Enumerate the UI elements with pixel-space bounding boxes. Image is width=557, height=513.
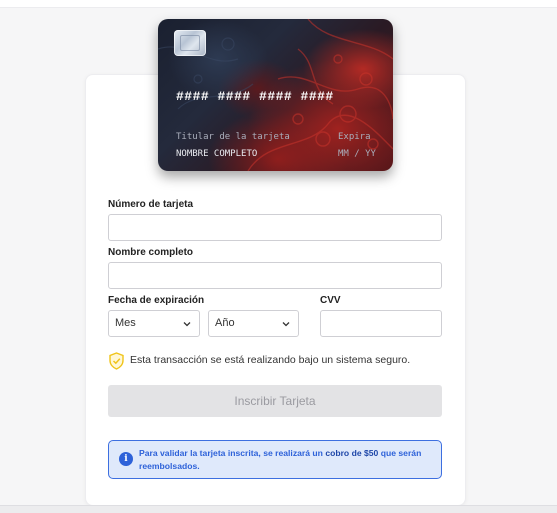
card-holder-label: Titular de la tarjeta bbox=[176, 132, 290, 142]
card-number-display: #### #### #### #### bbox=[176, 89, 334, 104]
refund-info-alert: i Para validar la tarjeta inscrita, se r… bbox=[108, 440, 442, 479]
card-expiry-label: Expira bbox=[338, 132, 371, 142]
expiry-date-label: Fecha de expiración bbox=[108, 295, 205, 306]
secure-notice bbox=[108, 352, 125, 370]
cvv-label: CVV bbox=[320, 295, 341, 306]
cvv-input[interactable] bbox=[320, 310, 442, 337]
year-select-value: Año bbox=[215, 317, 235, 329]
info-circle-icon: i bbox=[119, 452, 133, 466]
shield-check-icon bbox=[109, 352, 124, 370]
charge-amount: cobro de $50 bbox=[325, 448, 379, 458]
chevron-down-icon bbox=[183, 322, 191, 327]
enroll-card-button[interactable]: Inscribir Tarjeta bbox=[108, 385, 442, 417]
full-name-label: Nombre completo bbox=[108, 247, 194, 258]
card-number-label: Número de tarjeta bbox=[108, 199, 194, 210]
bottom-band bbox=[0, 505, 557, 513]
card-holder-value: NOMBRE COMPLETO bbox=[176, 149, 258, 159]
year-select[interactable]: Año bbox=[208, 310, 299, 337]
month-select[interactable]: Mes bbox=[108, 310, 200, 337]
chevron-down-icon bbox=[282, 322, 290, 327]
secure-notice-text: Esta transacción se está realizando bajo… bbox=[130, 354, 411, 366]
card-chip-icon bbox=[174, 30, 206, 56]
full-name-input[interactable] bbox=[108, 262, 442, 289]
top-band bbox=[0, 0, 557, 8]
card-number-input[interactable] bbox=[108, 214, 442, 241]
credit-card-preview: #### #### #### #### Titular de la tarjet… bbox=[158, 19, 393, 171]
month-select-value: Mes bbox=[115, 317, 136, 329]
refund-info-text: Para validar la tarjeta inscrita, se rea… bbox=[139, 448, 422, 471]
card-expiry-value: MM / YY bbox=[338, 149, 376, 159]
